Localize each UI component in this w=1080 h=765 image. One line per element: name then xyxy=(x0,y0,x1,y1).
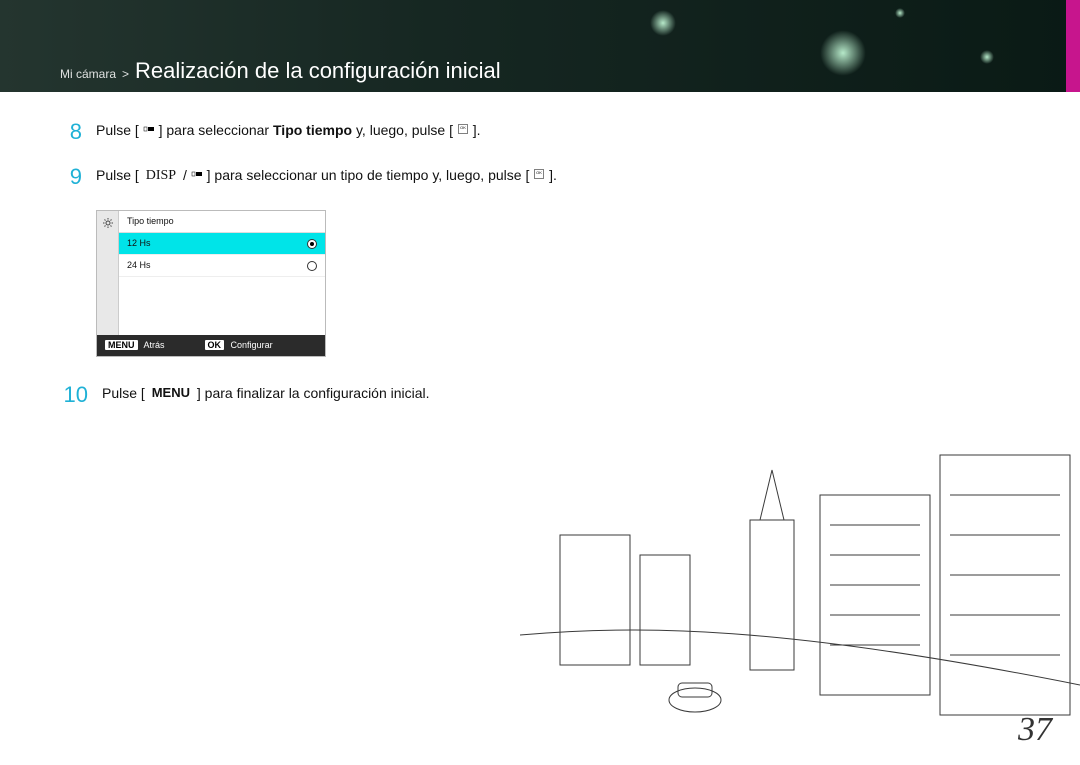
lens-flare-icon xyxy=(820,30,866,76)
menu-key: MENU xyxy=(149,386,193,399)
page-number: 37 xyxy=(1018,711,1052,749)
text: ] para seleccionar xyxy=(159,122,273,138)
lens-flare-icon xyxy=(895,8,905,18)
ok-label: Configurar xyxy=(231,340,273,350)
gear-icon xyxy=(102,217,114,229)
text: ]. xyxy=(549,167,557,183)
text: ]. xyxy=(473,122,481,138)
camera-blank-area xyxy=(119,277,325,335)
back-label: Atrás xyxy=(144,340,165,350)
text: ] para finalizar la configuración inicia… xyxy=(197,385,430,401)
text: y, luego, pulse [ xyxy=(356,122,453,138)
chevron-right-icon: > xyxy=(122,67,129,81)
camera-menu-title: Tipo tiempo xyxy=(119,211,325,233)
breadcrumb: Mi cámara > Realización de la configurac… xyxy=(60,58,501,84)
camera-menu-preview: Tipo tiempo 12 Hs 24 Hs MENU Atrás OK Co… xyxy=(96,210,326,357)
label-bold: Tipo tiempo xyxy=(273,122,352,138)
instructions: 8 Pulse [ ] para seleccionar Tipo tiempo… xyxy=(60,120,620,428)
step-8: 8 Pulse [ ] para seleccionar Tipo tiempo… xyxy=(60,120,620,143)
step-number: 10 xyxy=(60,383,88,406)
ok-tag: OK xyxy=(205,340,225,350)
step-10: 10 Pulse [ MENU ] para finalizar la conf… xyxy=(60,383,620,406)
menu-tag: MENU xyxy=(105,340,138,350)
disp-key: DISP xyxy=(143,169,179,182)
svg-text:OK: OK xyxy=(460,125,466,130)
text: Pulse [ xyxy=(96,122,139,138)
step-9: 9 Pulse [ DISP / ] para seleccionar un t… xyxy=(60,165,620,188)
decorative-illustration xyxy=(520,425,1080,765)
step-body: Pulse [ ] para seleccionar Tipo tiempo y… xyxy=(96,120,620,143)
step-body: Pulse [ MENU ] para finalizar la configu… xyxy=(102,383,620,406)
lens-flare-icon xyxy=(650,10,676,36)
nav-keys-icon xyxy=(143,123,155,135)
lens-flare-icon xyxy=(980,50,994,64)
step-body: Pulse [ DISP / ] para seleccionar un tip… xyxy=(96,165,620,188)
ok-key-icon: OK xyxy=(533,168,545,180)
ok-key-icon: OK xyxy=(457,123,469,135)
text: Pulse [ xyxy=(102,385,145,401)
radio-unselected-icon xyxy=(307,261,317,271)
camera-option-12h[interactable]: 12 Hs xyxy=(119,233,325,255)
svg-text:OK: OK xyxy=(536,170,542,175)
page-title: Realización de la configuración inicial xyxy=(135,58,501,84)
option-label: 12 Hs xyxy=(127,237,151,250)
step-number: 9 xyxy=(60,165,82,188)
text: / xyxy=(183,167,187,183)
text: Pulse [ xyxy=(96,167,139,183)
breadcrumb-section: Mi cámara xyxy=(60,67,116,81)
text: ] para seleccionar un tipo de tiempo y, … xyxy=(207,167,530,183)
nav-keys-icon xyxy=(191,168,203,180)
camera-sidebar xyxy=(97,211,119,335)
camera-ok-hint: OK Configurar xyxy=(205,339,273,352)
radio-selected-icon xyxy=(307,239,317,249)
camera-option-24h[interactable]: 24 Hs xyxy=(119,255,325,277)
camera-back-hint: MENU Atrás xyxy=(105,339,165,352)
option-label: 24 Hs xyxy=(127,259,151,272)
step-number: 8 xyxy=(60,120,82,143)
camera-footer: MENU Atrás OK Configurar xyxy=(97,335,325,356)
